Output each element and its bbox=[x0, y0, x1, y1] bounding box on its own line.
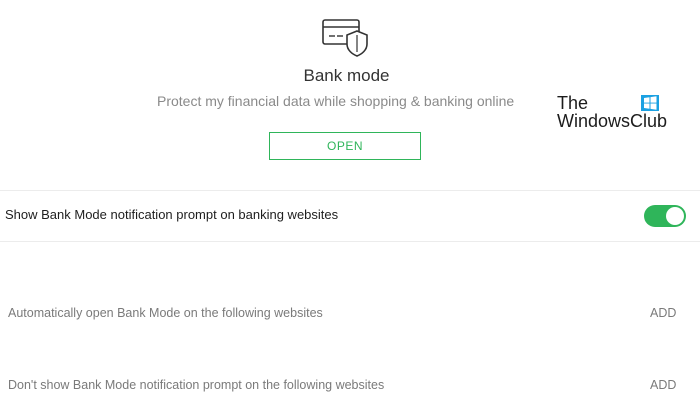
exclusion-list-row: Don't show Bank Mode notification prompt… bbox=[0, 371, 700, 401]
exclusion-list-label: Don't show Bank Mode notification prompt… bbox=[8, 378, 385, 392]
toggle-knob bbox=[666, 207, 684, 225]
notification-toggle-row: Show Bank Mode notification prompt on ba… bbox=[0, 191, 700, 241]
bank-mode-hero: Bank mode Protect my financial data whil… bbox=[0, 0, 700, 190]
auto-open-list-row: Automatically open Bank Mode on the foll… bbox=[0, 299, 700, 329]
auto-open-list-label: Automatically open Bank Mode on the foll… bbox=[8, 306, 323, 320]
card-shield-icon bbox=[322, 19, 368, 57]
page-title: Bank mode bbox=[303, 66, 390, 85]
divider bbox=[0, 241, 700, 242]
bank-mode-settings-page: Bank mode Protect my financial data whil… bbox=[0, 0, 700, 408]
watermark-line2: WindowsClub bbox=[557, 111, 668, 131]
notification-toggle[interactable] bbox=[644, 205, 686, 227]
page-subtitle: Protect my financial data while shopping… bbox=[157, 93, 515, 109]
exclusion-add-button[interactable]: ADD bbox=[650, 378, 676, 392]
watermark-line1: The bbox=[557, 93, 589, 113]
windows-logo-icon bbox=[641, 95, 659, 111]
open-button[interactable]: OPEN bbox=[269, 132, 421, 160]
notification-toggle-label: Show Bank Mode notification prompt on ba… bbox=[5, 207, 339, 222]
watermark: The WindowsClub bbox=[557, 94, 667, 134]
auto-open-add-button[interactable]: ADD bbox=[650, 306, 676, 320]
